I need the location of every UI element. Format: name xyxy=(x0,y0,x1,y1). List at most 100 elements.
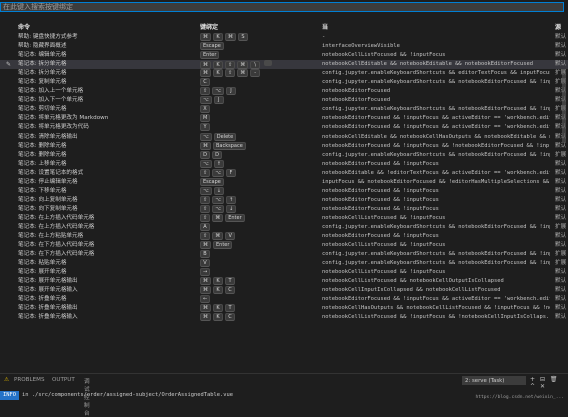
edit-pencil-icon[interactable]: ✎ xyxy=(6,60,11,69)
when-cell: notebookCellListFocused && !inputFocus xyxy=(322,269,446,276)
table-row[interactable]: 笔记本: 折叠单元格 ← notebookEditorFocused && !inp… xyxy=(0,295,568,304)
key-chip: → xyxy=(200,268,211,277)
key-chip: T xyxy=(225,304,235,313)
add-terminal-icon[interactable]: + xyxy=(530,376,535,383)
when-cell: config.jupyter.enableKeyboardShortcuts &… xyxy=(322,151,550,158)
table-row[interactable]: 笔记本: 粘贴单元格 Vconfig.jupyter.enableKeyboard… xyxy=(0,259,568,268)
when-cell: notebookEditorFocused xyxy=(322,97,391,104)
table-row[interactable]: 笔记本: 折叠单元格输入 ⌘ K CnotebookCellListFocused &… xyxy=(0,313,568,322)
table-row[interactable]: 笔记本: 展开单元格输入 ⌘ K CnotebookCellInputIsCollap… xyxy=(0,286,568,295)
when-cell: notebookEditorFocused && !inputFocus && … xyxy=(322,124,550,131)
table-row[interactable]: 笔记本: 下移单元格 ⌥ ↓ notebookEditorFocused && !in… xyxy=(0,186,568,196)
when-cell: config.jupyter.enableKeyboardShortcuts &… xyxy=(322,70,550,77)
key-chip: ⇧ xyxy=(225,61,236,70)
table-row[interactable]: 笔记本: 在上方粘贴单元格 ⇧ ⌘ VnotebookEditorFocused &&… xyxy=(0,232,568,241)
command-cell: 笔记本: 删除单元格 xyxy=(18,151,67,158)
when-cell: notebookCellInputIsCollapsed && notebook… xyxy=(322,287,501,294)
when-cell: notebookEditorFocused && !inputFocus xyxy=(322,196,439,203)
add-keybinding-button[interactable] xyxy=(264,60,273,67)
maximize-panel-icon[interactable]: ^ xyxy=(530,383,535,390)
split-terminal-icon[interactable]: ⊟ xyxy=(540,376,545,383)
when-cell: notebookCellListFocused && !inputFocus &… xyxy=(322,314,550,321)
table-row[interactable]: 笔记本: 向下复制单元格 ⇧ ⌥ ↓ notebookEditorFocused && … xyxy=(0,204,568,214)
key-chip: K xyxy=(213,304,223,313)
trash-icon[interactable]: 🗑 xyxy=(550,376,558,383)
table-row[interactable]: 笔记本: 将单元格更改为代码 YnotebookEditorFocused && … xyxy=(0,123,568,132)
close-icon[interactable]: ✕ xyxy=(540,383,545,390)
tab-output[interactable]: OUTPUT xyxy=(52,377,75,383)
terminal-select[interactable]: 2: serve (Task) xyxy=(462,376,526,385)
table-row[interactable]: 笔记本: 编辑单元格 Enter notebookCellListFocused &… xyxy=(0,51,568,60)
key-chip: C xyxy=(225,286,235,295)
when-cell: notebookEditorFocused xyxy=(322,88,391,95)
key-chip: ⌘ xyxy=(212,213,224,222)
key-chip: Backspace xyxy=(213,141,246,150)
key-chip: T xyxy=(225,277,235,286)
table-row[interactable]: 笔记本: 加入下一个单元格 ⌥ JnotebookEditorFocused 默认 xyxy=(0,96,568,105)
table-row[interactable]: 笔记本: 停止编辑单元格 Escape inputFocus && notebook… xyxy=(0,177,568,187)
table-row[interactable]: 帮助: 隐藏界面概述 Escape interfaceOverviewVisible… xyxy=(0,42,568,51)
key-chip: K xyxy=(213,61,223,70)
when-cell: notebookEditorFocused && !inputFocus && … xyxy=(322,142,550,149)
table-row[interactable]: 笔记本: 加入上一个单元格 ⇧ ⌥ JnotebookEditorFocused 默认 xyxy=(0,87,568,96)
key-chip: C xyxy=(225,313,235,322)
key-chip: K xyxy=(213,313,223,322)
command-cell: 笔记本: 清除单元格输出 xyxy=(18,133,78,140)
table-row[interactable]: 笔记本: 在上方插入代码单元格 ⇧ ⌘ Enter notebookCellListFo… xyxy=(0,213,568,223)
column-header-when[interactable]: 当 xyxy=(322,22,328,31)
table-row[interactable]: ✎ 笔记本: 拆分单元格 ⌘ K ⇧ ⌘ \ notebookCellEditable && … xyxy=(0,60,568,70)
table-row[interactable]: 笔记本: 在下方插入代码单元格 Bconfig.jupyter.enableKey… xyxy=(0,250,568,259)
command-cell: 帮助: 隐藏界面概述 xyxy=(18,43,67,50)
table-row[interactable]: 笔记本: 向上复制单元格 ⇧ ⌥ ↑ notebookEditorFocused && … xyxy=(0,195,568,205)
table-row[interactable]: 笔记本: 复制单元格 Cconfig.jupyter.enableKeyboard… xyxy=(0,78,568,87)
key-chip: ⌘ xyxy=(237,61,249,70)
command-cell: 笔记本: 将单元格更改为 Markdown xyxy=(18,115,109,122)
key-chip: ⌘ xyxy=(200,277,211,286)
table-row[interactable]: 笔记本: 删除单元格 D Dconfig.jupyter.enableKeyboar… xyxy=(0,150,568,160)
table-row[interactable]: 笔记本: 剪切单元格 Xconfig.jupyter.enableKeyboard… xyxy=(0,105,568,114)
table-row[interactable]: 笔记本: 展开单元格 → notebookCellListFocused && !i… xyxy=(0,268,568,277)
key-chip: ⌘ xyxy=(225,33,236,41)
table-row[interactable]: 笔记本: 设置笔记本的格式 ⇧ ⌥ FnotebookEditable && !edi… xyxy=(0,168,568,178)
table-row[interactable]: 笔记本: 将单元格更改为 Markdown MnotebookEditorFocu… xyxy=(0,114,568,123)
table-row[interactable]: 笔记本: 上移单元格 ⌥ ↑ notebookEditorFocused && !in… xyxy=(0,159,568,169)
command-cell: 笔记本: 向上复制单元格 xyxy=(18,196,78,203)
column-header-keybinding[interactable]: 键绑定 xyxy=(200,22,218,31)
key-chip: ⌥ xyxy=(200,96,212,105)
table-row[interactable]: 笔记本: 拆分单元格 ⌘ K ⇧ ⌘ - config.jupyter.enableKeyb… xyxy=(0,69,568,78)
command-cell: 笔记本: 停止编辑单元格 xyxy=(18,178,78,185)
key-chip: K xyxy=(213,33,223,41)
key-chip: K xyxy=(213,277,223,286)
table-row[interactable]: 笔记本: 删除单元格 ⌘ Backspace notebookEditorFocuse… xyxy=(0,141,568,151)
when-cell: config.jupyter.enableKeyboardShortcuts &… xyxy=(322,223,550,230)
key-chip: ⌘ xyxy=(237,69,249,78)
command-cell: 笔记本: 在上方插入代码单元格 xyxy=(18,214,95,221)
keybinding-search-input[interactable] xyxy=(0,2,564,12)
table-row[interactable]: 笔记本: 清除单元格输出 ⌥ Delete notebookCellEditable … xyxy=(0,132,568,142)
scrollbar-thumb[interactable] xyxy=(562,73,566,143)
key-chip: ↑ xyxy=(225,195,237,204)
warning-icon[interactable]: ⚠ xyxy=(4,377,9,383)
command-cell: 帮助: 键盘快捷方式参考 xyxy=(18,34,78,40)
table-row[interactable]: 笔记本: 折叠单元格输出 ⌘ K TnotebookCellHasOutputs &&… xyxy=(0,304,568,313)
table-row[interactable]: 笔记本: 在上方插入代码单元格 Aconfig.jupyter.enableKey… xyxy=(0,222,568,232)
key-chip: ⇧ xyxy=(225,69,236,78)
command-cell: 笔记本: 折叠单元格 xyxy=(18,296,67,303)
key-chip: D xyxy=(200,150,210,159)
column-header-source[interactable]: 源 xyxy=(555,22,561,31)
command-cell: 笔记本: 加入下一个单元格 xyxy=(18,97,84,104)
table-row[interactable]: 帮助: 键盘快捷方式参考 ⌘ K ⌘ S - 默认 xyxy=(0,33,568,42)
key-chip: ⌘ xyxy=(200,286,211,295)
table-row[interactable]: 笔记本: 展开单元格输出 ⌘ K TnotebookCellListFocused &… xyxy=(0,277,568,286)
command-cell: 笔记本: 在下方插入代码单元格 xyxy=(18,242,95,249)
tab-problems[interactable]: PROBLEMS xyxy=(14,377,45,383)
command-cell: 笔记本: 删除单元格 xyxy=(18,142,67,149)
column-header-command[interactable]: 命令 xyxy=(18,22,30,31)
table-row[interactable]: 笔记本: 在下方插入代码单元格 ⌘ Enter notebookCellListFoc… xyxy=(0,241,568,250)
vertical-scrollbar[interactable] xyxy=(561,33,567,371)
key-chip: ⌥ xyxy=(200,186,212,195)
key-chip: ← xyxy=(200,295,211,304)
terminal-text: in ./src/components/order/assigned-subje… xyxy=(21,392,233,398)
key-chip: ⌥ xyxy=(212,168,224,177)
key-chip: V xyxy=(225,232,236,241)
